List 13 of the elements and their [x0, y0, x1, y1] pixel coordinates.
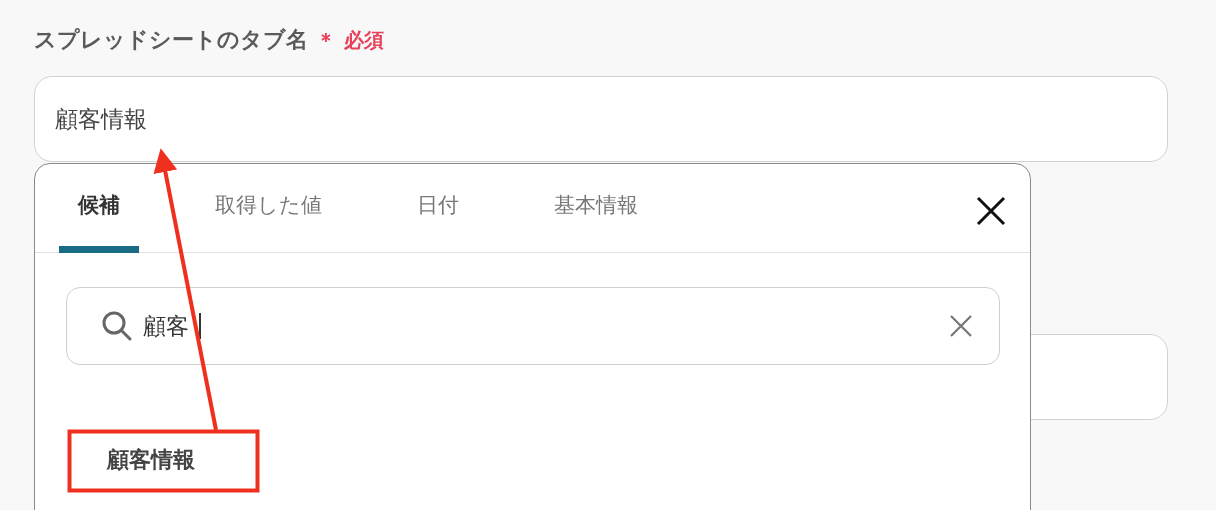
- field-label: スプレッドシートのタブ名: [34, 26, 308, 54]
- suggestion-item[interactable]: 顧客情報: [107, 445, 195, 475]
- tab[interactable]: 日付: [398, 164, 478, 253]
- tab[interactable]: 基本情報: [542, 164, 650, 253]
- tab-name-field[interactable]: 顧客情報: [34, 76, 1168, 162]
- tab[interactable]: 候補: [59, 164, 139, 253]
- clear-icon[interactable]: [949, 314, 973, 338]
- search-field[interactable]: 顧客: [66, 287, 1000, 365]
- close-icon[interactable]: [974, 194, 1008, 228]
- search-icon: [101, 310, 133, 342]
- required-mark: ＊: [316, 26, 336, 54]
- tab[interactable]: 取得した値: [203, 164, 334, 253]
- required-label: 必須: [344, 26, 384, 54]
